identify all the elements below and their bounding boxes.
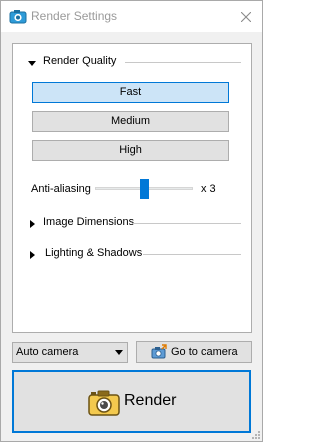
image-dimensions-label: Image Dimensions [43,216,139,228]
camera-goto-icon [151,344,167,359]
go-to-camera-label: Go to camera [171,346,238,358]
quality-fast-button[interactable]: Fast [32,82,229,103]
antialiasing-slider-thumb[interactable] [140,179,149,199]
render-button[interactable]: Render [12,370,251,433]
title-bar[interactable]: Render Settings [1,1,262,32]
render-quality-header[interactable]: Render Quality [13,54,251,70]
quality-medium-button[interactable]: Medium [32,111,229,132]
section-divider [133,223,241,224]
collapse-arrow-icon [28,61,36,66]
chevron-down-icon [115,350,123,355]
camera-select-value: Auto camera [16,346,79,358]
lighting-shadows-header[interactable]: Lighting & Shadows [13,246,251,262]
render-quality-label: Render Quality [43,55,121,67]
antialiasing-label: Anti-aliasing [31,183,91,195]
quality-high-button[interactable]: High [32,140,229,161]
render-settings-window: Render Settings Render Quality Fast Medi… [0,0,263,442]
section-divider [125,62,241,63]
resize-grip-icon[interactable] [250,429,260,439]
antialiasing-value: x 3 [201,183,216,195]
image-dimensions-header[interactable]: Image Dimensions [13,215,251,231]
camera-icon [88,390,120,416]
go-to-camera-button[interactable]: Go to camera [136,341,252,363]
close-icon [241,11,251,22]
expand-arrow-icon [30,220,35,228]
expand-arrow-icon [30,251,35,259]
lighting-shadows-label: Lighting & Shadows [45,247,147,259]
window-title: Render Settings [31,9,118,23]
camera-select[interactable]: Auto camera [12,342,128,363]
section-divider [143,254,241,255]
settings-panel: Render Quality Fast Medium High Anti-ali… [12,43,252,333]
close-button[interactable] [230,1,262,32]
render-settings-app-icon [9,10,27,24]
render-label: Render [124,392,177,409]
